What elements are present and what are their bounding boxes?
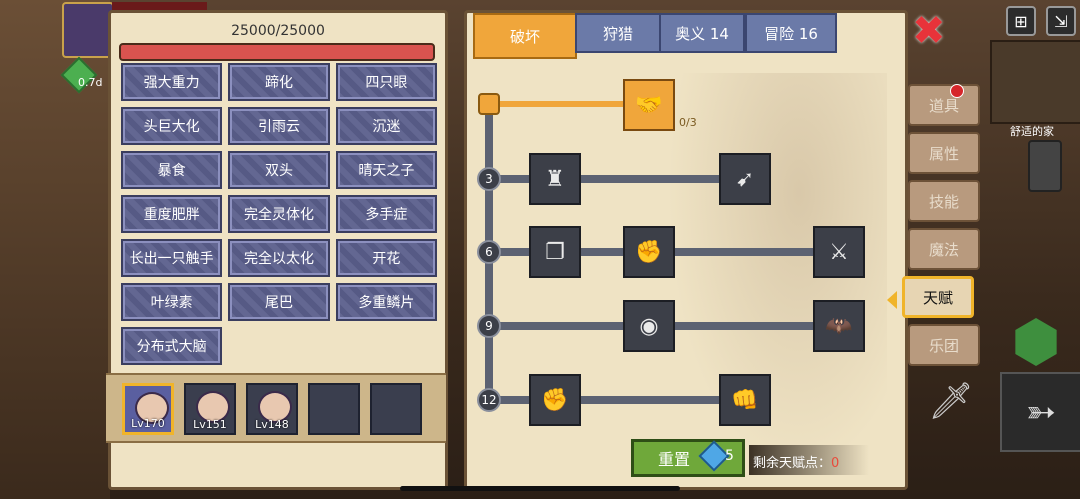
- handshake-talent-node[interactable]: 🤝: [623, 79, 675, 131]
- orb-icon: ◉: [639, 313, 659, 339]
- member-level: Lv148: [255, 418, 289, 431]
- exit-icon[interactable]: ⇲: [1046, 6, 1076, 36]
- trait-item[interactable]: 多重鳞片: [335, 283, 437, 321]
- side-item-items[interactable]: 道具: [908, 84, 980, 126]
- home-indicator: [400, 486, 680, 491]
- notification-dot: [950, 84, 964, 98]
- team-member[interactable]: Lv170: [122, 383, 174, 435]
- trait-item[interactable]: 完全灵体化: [228, 195, 330, 233]
- talent-progress: 0/3: [679, 116, 697, 129]
- member-level: Lv151: [193, 418, 227, 431]
- traits-panel: 25000/25000 强大重力 蹄化 四只眼 头巨大化 引雨云 沉迷 暴食 双…: [106, 10, 448, 490]
- team-member[interactable]: Lv148: [246, 383, 298, 435]
- trait-item[interactable]: 长出一只触手: [121, 239, 223, 277]
- bat-icon: 🦇: [825, 313, 853, 339]
- network-icon[interactable]: ⊞: [1006, 6, 1036, 36]
- phone-icon[interactable]: [1028, 140, 1062, 192]
- talent-node[interactable]: 🦇: [813, 300, 865, 352]
- trait-item[interactable]: 蹄化: [228, 63, 330, 101]
- body-icon: ♜: [545, 166, 565, 192]
- empty-team-slot[interactable]: [308, 383, 360, 435]
- remaining-label: 剩余天赋点：: [753, 456, 832, 471]
- map-label: 舒适的家: [1010, 125, 1054, 138]
- empty-team-slot[interactable]: [370, 383, 422, 435]
- talent-panel: 破坏 狩猎 奥义 14 冒险 16 🤝 0/3 3 6 9 12 ♜ ➹ ❐ ✊…: [464, 10, 908, 490]
- trait-item[interactable]: 暴食: [121, 151, 223, 189]
- side-item-band[interactable]: 乐团: [908, 324, 980, 366]
- talent-node[interactable]: ❐: [529, 226, 581, 278]
- hp-text: 25000/25000: [231, 23, 325, 39]
- side-item-magic[interactable]: 魔法: [908, 228, 980, 270]
- trait-item[interactable]: 强大重力: [121, 63, 223, 101]
- level-marker: 12: [477, 388, 501, 412]
- reset-label: 重置: [658, 450, 691, 469]
- side-item-talent-label: 天赋: [922, 288, 953, 307]
- hero-avatar[interactable]: [62, 2, 114, 58]
- trait-item[interactable]: 完全以太化: [228, 239, 330, 277]
- trait-item[interactable]: 叶绿素: [121, 283, 223, 321]
- handshake-icon: 🤝: [635, 92, 663, 118]
- talent-node[interactable]: ✊: [623, 226, 675, 278]
- trait-item[interactable]: 分布式大脑: [121, 327, 223, 365]
- reset-cost: 5: [725, 448, 734, 464]
- minimap[interactable]: [990, 40, 1080, 124]
- talent-node[interactable]: ◉: [623, 300, 675, 352]
- close-icon[interactable]: ✖: [912, 11, 946, 51]
- level-marker: 9: [477, 314, 501, 338]
- trait-item[interactable]: 引雨云: [228, 107, 330, 145]
- trait-item[interactable]: 头巨大化: [121, 107, 223, 145]
- hp-bar: [119, 43, 435, 61]
- trait-item[interactable]: 四只眼: [335, 63, 437, 101]
- level-marker: 6: [477, 240, 501, 264]
- trait-item[interactable]: 多手症: [335, 195, 437, 233]
- side-item-skills[interactable]: 技能: [908, 180, 980, 222]
- card-icon: ❐: [545, 239, 565, 265]
- trait-item[interactable]: 重度肥胖: [121, 195, 223, 233]
- talent-node[interactable]: ➹: [719, 153, 771, 205]
- side-item-attributes[interactable]: 属性: [908, 132, 980, 174]
- trait-item[interactable]: 沉迷: [335, 107, 437, 145]
- talent-node[interactable]: ♜: [529, 153, 581, 205]
- talent-node[interactable]: 👊: [719, 374, 771, 426]
- fist-icon: ✊: [635, 239, 663, 265]
- talent-node[interactable]: ⚔: [813, 226, 865, 278]
- remaining-points: 剩余天赋点：0: [753, 452, 839, 471]
- trait-item[interactable]: 开花: [335, 239, 437, 277]
- level-marker: 3: [477, 167, 501, 191]
- sword-icon[interactable]: 🗡: [928, 380, 974, 422]
- slash-icon: ⚔: [829, 239, 849, 265]
- talent-node[interactable]: ✊: [529, 374, 581, 426]
- arrow-icon: ➹: [735, 166, 755, 192]
- team-member[interactable]: Lv151: [184, 383, 236, 435]
- punch-icon: 👊: [731, 387, 759, 413]
- team-bar: Lv170 Lv151 Lv148: [106, 373, 446, 443]
- trait-item[interactable]: 双头: [228, 151, 330, 189]
- time-left: 0.7d: [78, 76, 103, 89]
- talent-tree-lines: [478, 93, 846, 405]
- side-item-talent[interactable]: 天赋: [887, 276, 974, 318]
- trait-grid: 强大重力 蹄化 四只眼 头巨大化 引雨云 沉迷 暴食 双头 晴天之子 重度肥胖 …: [121, 63, 437, 365]
- bow-icon[interactable]: ➳: [1000, 372, 1080, 452]
- trait-item[interactable]: 尾巴: [228, 283, 330, 321]
- active-arrow-icon: [887, 291, 897, 309]
- trait-item[interactable]: 晴天之子: [335, 151, 437, 189]
- member-level: Lv170: [131, 417, 165, 430]
- remaining-value: 0: [831, 456, 840, 471]
- fist-icon: ✊: [541, 387, 569, 413]
